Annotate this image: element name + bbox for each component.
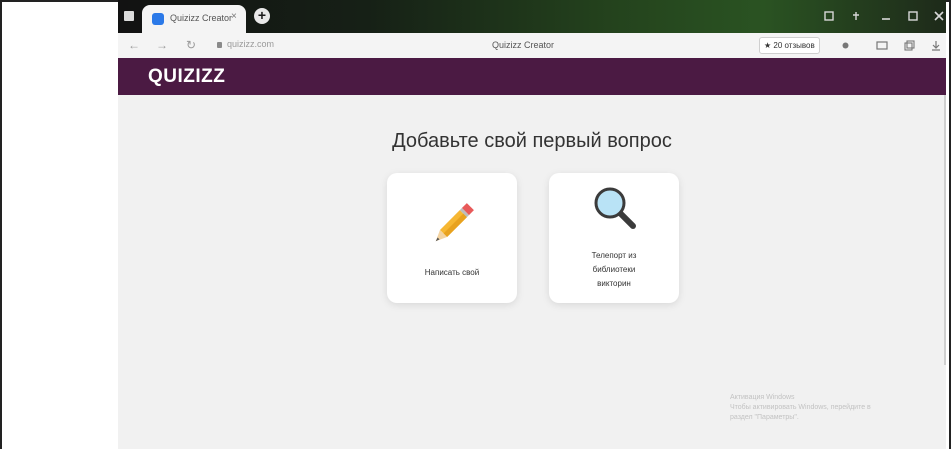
quizizz-favicon-icon — [152, 13, 164, 25]
collections-icon[interactable] — [904, 40, 915, 51]
teleport-from-library-label: Телепорт из библиотеки викторин — [549, 249, 679, 291]
magnifier-icon — [594, 187, 636, 229]
outer-frame-left — [0, 0, 2, 449]
lock-icon — [217, 42, 222, 48]
tab-title: Quizizz Creator — [170, 13, 233, 23]
url-field[interactable]: quizizz.com — [227, 39, 274, 49]
outer-frame-top — [0, 0, 118, 2]
app-menu-icon[interactable] — [124, 11, 134, 21]
close-window-icon[interactable] — [934, 11, 944, 21]
teleport-label-line-2: библиотеки — [592, 265, 636, 274]
page-title-display: Quizizz Creator — [492, 40, 555, 50]
teleport-label-line-3: викторин — [597, 279, 631, 288]
reload-icon[interactable]: ↻ — [186, 38, 196, 52]
download-icon[interactable] — [931, 40, 941, 51]
quizizz-logo[interactable]: QUIZIZZ — [148, 66, 225, 88]
new-tab-button[interactable]: + — [254, 8, 270, 24]
close-tab-icon[interactable]: × — [231, 11, 237, 22]
teleport-label-line-1: Телепорт из — [591, 251, 637, 260]
write-own-question-card[interactable]: Написать свой — [387, 173, 517, 303]
screen-capture-icon[interactable] — [876, 41, 888, 50]
page-scrollbar[interactable] — [944, 95, 946, 365]
page-heading: Добавьте свой первый вопрос — [392, 130, 672, 152]
pencil-icon — [435, 203, 474, 242]
minimize-icon[interactable] — [881, 11, 891, 21]
back-icon[interactable]: ← — [128, 38, 140, 52]
browser-window: Quizizz Creator × + ← → ↻ quizizz.com Qu… — [118, 0, 946, 449]
bookmarks-icon[interactable] — [824, 11, 834, 21]
maximize-icon[interactable] — [908, 11, 918, 21]
reviews-badge[interactable]: ★ 20 отзывов — [759, 37, 820, 54]
watermark-line-1: Активация Windows — [730, 394, 795, 401]
write-own-question-label: Написать свой — [424, 268, 480, 277]
star-icon[interactable] — [841, 41, 850, 50]
watermark-line-2: Чтобы активировать Windows, перейдите в — [730, 404, 871, 411]
outer-frame-right-top — [946, 0, 951, 2]
watermark-line-3: раздел "Параметры". — [730, 414, 799, 421]
forward-icon[interactable]: → — [156, 38, 168, 52]
teleport-from-library-card[interactable]: Телепорт из библиотеки викторин — [549, 173, 679, 303]
pin-icon[interactable] — [851, 11, 861, 21]
tab-strip: Quizizz Creator × + — [118, 0, 946, 33]
address-bar: ← → ↻ quizizz.com Quizizz Creator ★ 20 о… — [118, 33, 946, 59]
tab-quizizz-creator[interactable]: Quizizz Creator × — [142, 5, 246, 33]
windows-activation-watermark: Активация Windows Чтобы активировать Win… — [730, 393, 871, 423]
app-header: QUIZIZZ — [118, 58, 946, 95]
